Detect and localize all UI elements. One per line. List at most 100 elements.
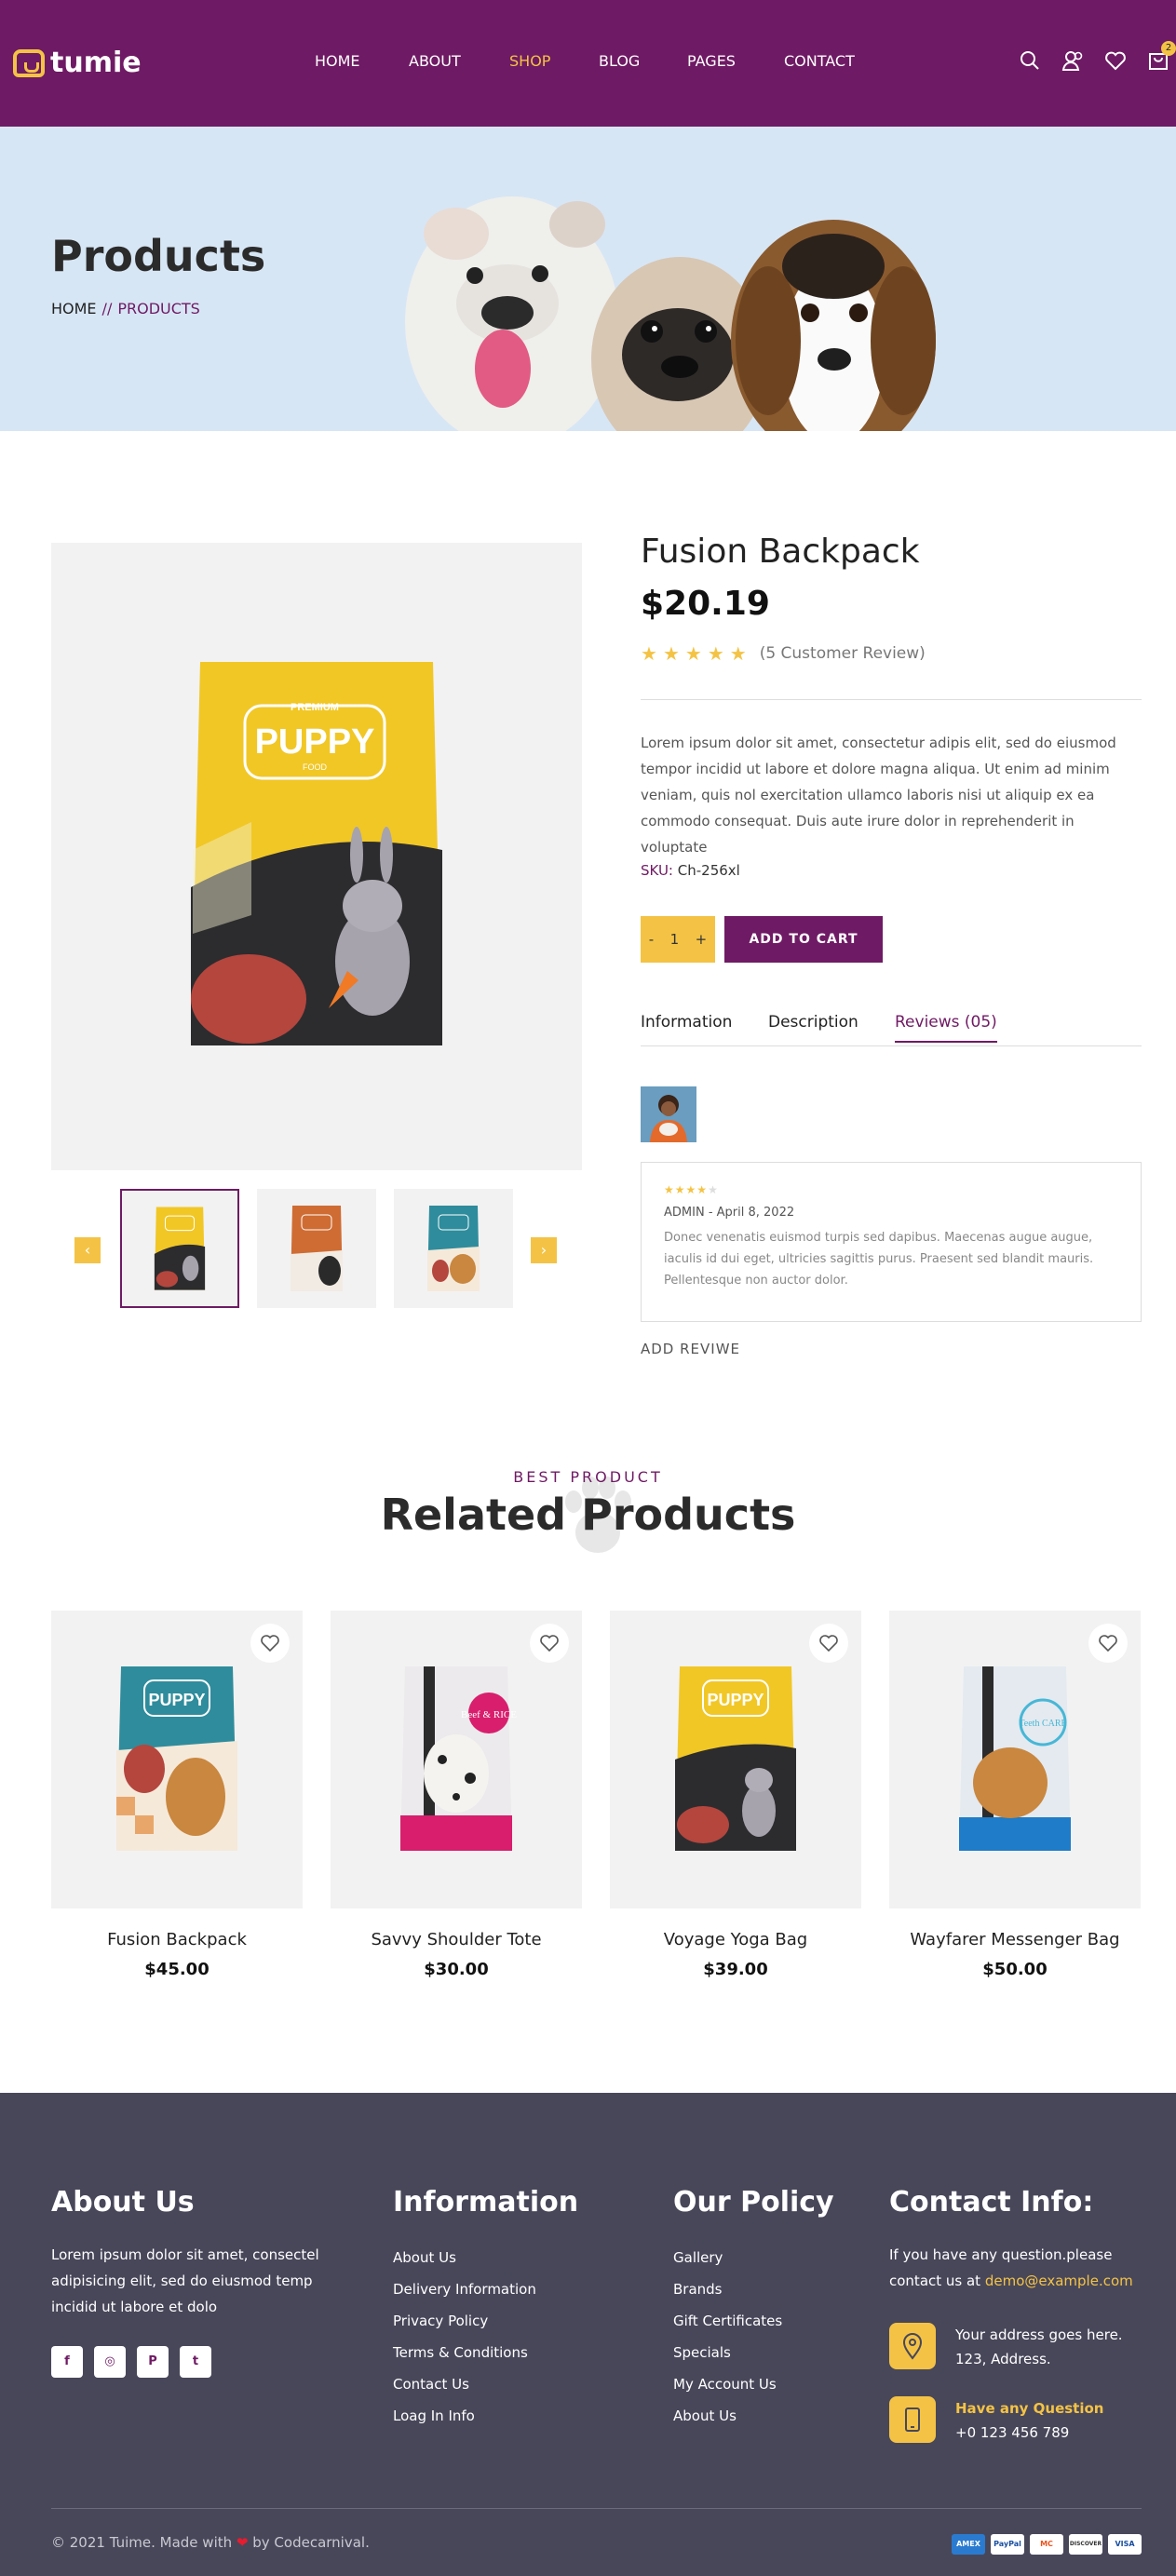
nav-about[interactable]: ABOUT [409,52,461,70]
thumb-orange-bag-image [291,1206,343,1291]
qty-plus-button[interactable]: + [696,931,708,948]
heart-icon[interactable] [1103,48,1128,73]
footer-link[interactable]: Specials [673,2337,782,2368]
heart-icon [819,1635,838,1652]
product-card[interactable]: PUPPY [610,1611,861,1908]
thumbnail-strip: ‹ › [51,1189,582,1308]
product-tabs: Information Description Reviews (05) [641,1013,1142,1046]
mastercard-icon: MC [1030,2534,1063,2555]
product-sku: SKU: Ch-256xl [641,862,740,879]
add-review-link[interactable]: ADD REVIWE [641,1341,740,1357]
footer-link[interactable]: About Us [673,2400,782,2432]
product-card-name[interactable]: Savvy Shoulder Tote [331,1930,582,1949]
footer-contact-title: Contact Info: [889,2186,1094,2219]
contact-email-link[interactable]: demo@example.com [985,2273,1133,2289]
product-card[interactable]: Teeth CARE [889,1611,1141,1908]
location-icon [889,2323,936,2369]
product-card[interactable]: PUPPY [51,1611,303,1908]
footer-policy-list: Gallery Brands Gift Certificates Special… [673,2242,782,2432]
user-icon[interactable] [1061,48,1085,73]
qty-value[interactable]: 1 [670,931,680,948]
tab-reviews[interactable]: Reviews (05) [895,1013,997,1043]
facebook-icon[interactable]: f [51,2346,83,2378]
product-rating: ★ ★ ★ ★ ★ (5 Customer Review) [641,642,926,665]
footer-link[interactable]: Brands [673,2273,782,2305]
footer-link[interactable]: Terms & Conditions [393,2337,536,2368]
thumbnail-1[interactable] [120,1189,239,1308]
breadcrumb-home[interactable]: HOME [51,300,97,317]
dribbble-icon[interactable]: ◎ [94,2346,126,2378]
site-header: tumie HOME ABOUT SHOP BLOG PAGES CONTACT… [0,0,1176,127]
wishlist-button[interactable] [809,1624,848,1663]
thumb-prev-button[interactable]: ‹ [74,1237,101,1263]
footer-link[interactable]: About Us [393,2242,536,2273]
cart-icon[interactable]: 2 [1146,41,1176,73]
nav-contact[interactable]: CONTACT [784,52,855,70]
product-card-price: $39.00 [703,1960,768,1979]
search-icon[interactable] [1018,48,1042,73]
footer-link[interactable]: Privacy Policy [393,2305,536,2337]
phone-number[interactable]: +0 123 456 789 [955,2421,1103,2445]
product-main-image[interactable]: PREMIUM PUPPY FOOD [51,543,582,1170]
product-card[interactable]: Beef & RICE [331,1611,582,1908]
star-icon: ★ [684,642,702,665]
thumbnail-2[interactable] [257,1189,376,1308]
sku-label: SKU: [641,862,673,879]
footer-link[interactable]: Contact Us [393,2368,536,2400]
pinterest-icon[interactable]: P [137,2346,169,2378]
tab-information[interactable]: Information [641,1013,732,1032]
wishlist-button[interactable] [1088,1624,1128,1663]
card-tag-text: Teeth CARE [1019,1719,1066,1729]
wishlist-button[interactable] [250,1624,290,1663]
cart-count-badge: 2 [1161,41,1176,56]
copyright: © 2021 Tuime. Made with ❤ by Codecarniva… [51,2534,370,2551]
visa-icon: VISA [1108,2534,1142,2555]
product-card-name[interactable]: Wayfarer Messenger Bag [889,1930,1141,1949]
card-tag-text: PUPPY [148,1691,205,1709]
product-card-name[interactable]: Voyage Yoga Bag [610,1930,861,1949]
thumbnail-3[interactable] [394,1189,513,1308]
footer-link[interactable]: Gallery [673,2242,782,2273]
star-icon: ★ [685,1183,697,1196]
qty-minus-button[interactable]: - [649,931,654,948]
breadcrumb-separator: // [101,300,113,317]
bag-premium-text: PREMIUM [291,702,339,713]
breadcrumb: HOME//PRODUCTS [51,300,200,317]
footer-link[interactable]: Loag In Info [393,2400,536,2432]
nav-blog[interactable]: BLOG [599,52,640,70]
add-to-cart-button[interactable]: ADD TO CART [724,916,883,963]
header-icons: 2 [1018,41,1176,73]
twitter-icon[interactable]: t [180,2346,211,2378]
star-icon: ★ [664,1183,675,1196]
footer-about-text: Lorem ipsum dolor sit amet, consectel ad… [51,2246,319,2315]
nav-shop[interactable]: SHOP [509,52,550,70]
review-date: - April 8, 2022 [704,1206,795,1220]
review-count[interactable]: (5 Customer Review) [760,644,926,663]
related-subtitle: BEST PRODUCT [513,1468,663,1486]
tab-description[interactable]: Description [768,1013,858,1032]
divider [641,699,1142,700]
star-icon: ★ [729,642,747,665]
nav-pages[interactable]: PAGES [687,52,736,70]
product-card-price: $30.00 [424,1960,489,1979]
question-label: Have any Question [955,2400,1104,2417]
puppy-food-bag-image: PREMIUM PUPPY FOOD [191,662,442,1045]
footer-link[interactable]: My Account Us [673,2368,782,2400]
contact-phone: Have any Question +0 123 456 789 [955,2396,1103,2445]
footer-info-title: Information [393,2186,579,2219]
footer-link[interactable]: Delivery Information [393,2273,536,2305]
address-line-1: Your address goes here. [955,2326,1123,2343]
nav-home[interactable]: HOME [315,52,360,70]
wishlist-button[interactable] [530,1624,569,1663]
product-title: Fusion Backpack [641,533,920,571]
review-meta: ADMIN - April 8, 2022 [664,1206,1118,1220]
logo[interactable]: tumie [13,47,142,79]
star-icon: ★ [674,1183,686,1196]
avatar [641,1086,696,1142]
related-title: Related Products [380,1490,796,1540]
footer-link[interactable]: Gift Certificates [673,2305,782,2337]
thumb-next-button[interactable]: › [531,1237,557,1263]
quantity-stepper: - 1 + [641,916,715,963]
contact-address: Your address goes here. 123, Address. [955,2323,1123,2371]
product-card-name[interactable]: Fusion Backpack [51,1930,303,1949]
